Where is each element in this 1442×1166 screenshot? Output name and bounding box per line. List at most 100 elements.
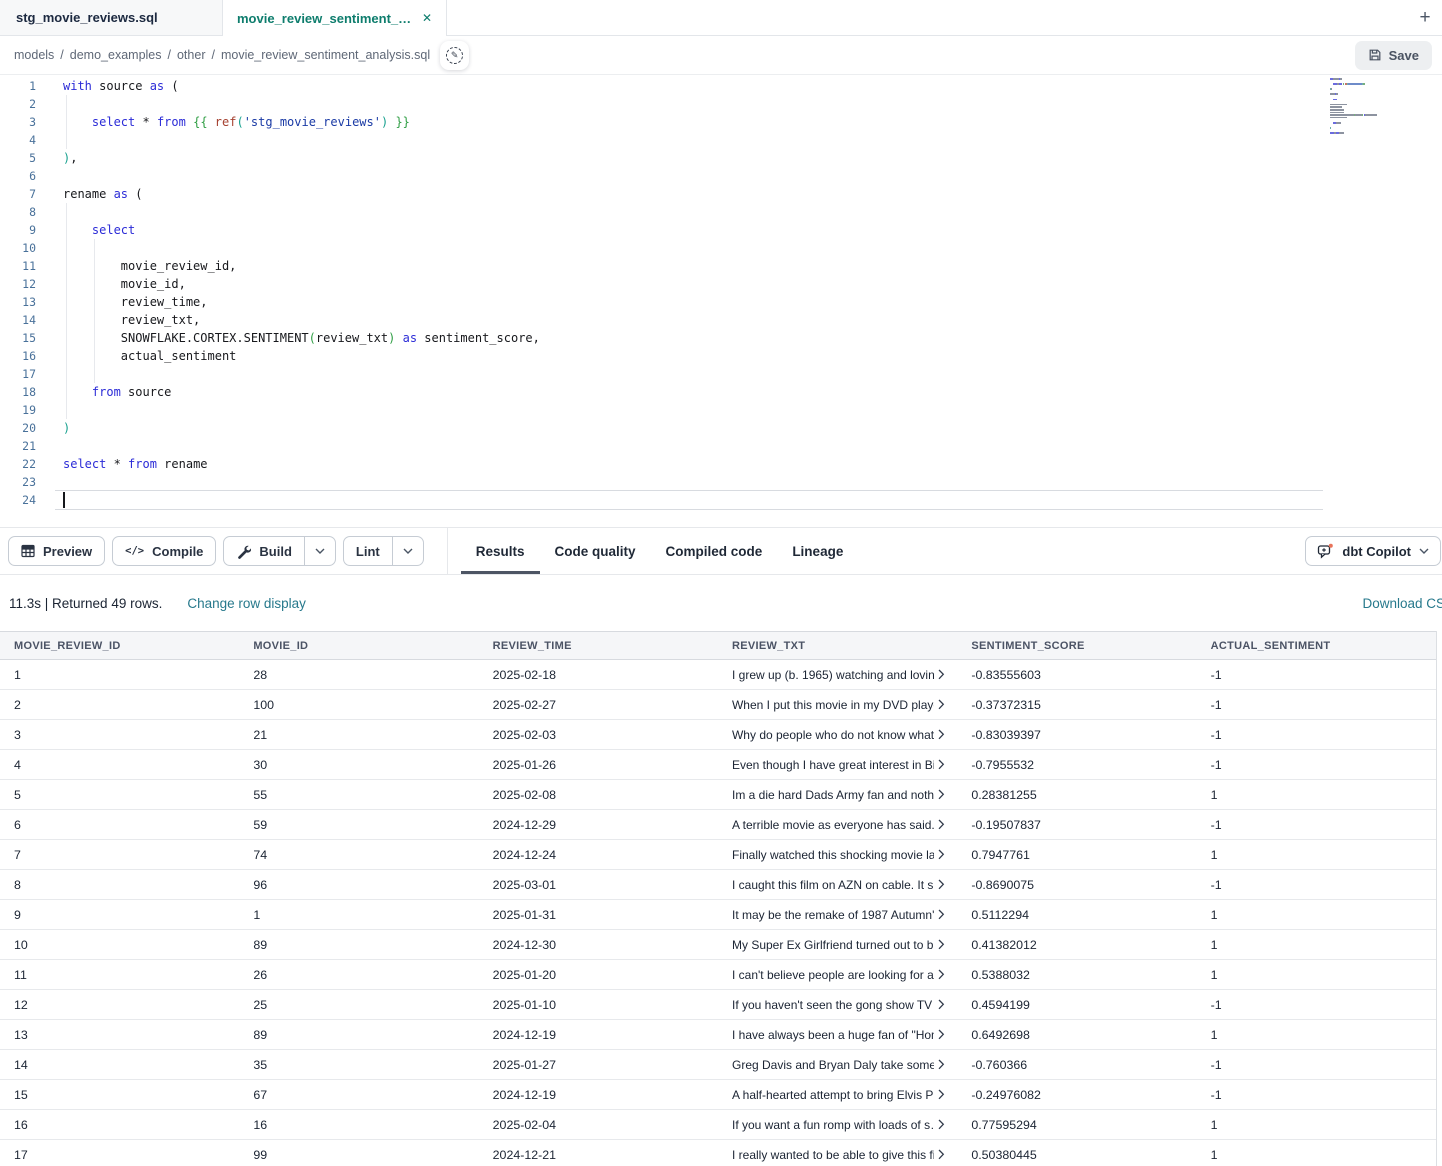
expand-row-button[interactable] [938, 969, 945, 980]
expand-row-icon[interactable] [938, 789, 945, 800]
expand-row-icon[interactable] [938, 699, 945, 710]
result-tabs: ResultsCode qualityCompiled codeLineage [461, 528, 859, 574]
code-line[interactable]: 1with source as ( [0, 77, 1442, 95]
expand-row-button[interactable] [938, 849, 945, 860]
dbt-copilot-button[interactable]: dbt Copilot [1305, 536, 1441, 566]
editor-toolbar: Preview </> Compile Build Lint [0, 527, 1442, 575]
column-header: SENTIMENT_SCORE [957, 640, 1196, 652]
code-line[interactable]: 15 SNOWFLAKE.CORTEX.SENTIMENT(review_txt… [0, 329, 1442, 347]
expand-row-button[interactable] [938, 999, 945, 1010]
breadcrumb-item[interactable]: movie_review_sentiment_analysis.sql [221, 48, 430, 62]
minimap[interactable] [1330, 78, 1400, 140]
build-button[interactable]: Build [224, 537, 304, 565]
cell-actual_sentiment: -1 [1197, 728, 1436, 742]
expand-row-icon[interactable] [938, 969, 945, 980]
breadcrumb-item[interactable]: models [14, 48, 54, 62]
breadcrumb-separator: / [211, 48, 214, 62]
code-line[interactable]: 7rename as ( [0, 185, 1442, 203]
code-editor[interactable]: 1with source as (23 select * from {{ ref… [0, 75, 1442, 527]
code-line[interactable]: 18 from source [0, 383, 1442, 401]
review-text: I can't believe people are looking for a… [732, 968, 934, 982]
code-line[interactable]: 17 [0, 365, 1442, 383]
code-line[interactable]: 6 [0, 167, 1442, 185]
code-line[interactable]: 13 review_time, [0, 293, 1442, 311]
breadcrumb-item[interactable]: other [177, 48, 206, 62]
expand-row-icon[interactable] [938, 849, 945, 860]
preview-table-icon [21, 544, 35, 558]
expand-row-icon[interactable] [938, 1029, 945, 1040]
code-line[interactable]: 14 review_txt, [0, 311, 1442, 329]
lint-dropdown-button[interactable] [392, 537, 423, 565]
expand-row-button[interactable] [938, 699, 945, 710]
expand-row-button[interactable] [938, 819, 945, 830]
copilot-edit-button[interactable]: ✎ [440, 41, 469, 70]
code-line[interactable]: 20) [0, 419, 1442, 437]
new-tab-button[interactable]: + [1408, 1, 1442, 35]
review-text: My Super Ex Girlfriend turned out to b… [732, 938, 934, 952]
expand-row-button[interactable] [938, 1119, 945, 1130]
expand-row-button[interactable] [938, 939, 945, 950]
code-line[interactable]: 9 select [0, 221, 1442, 239]
code-line[interactable]: 5), [0, 149, 1442, 167]
cell-review_txt: A half-hearted attempt to bring Elvis P… [718, 1088, 957, 1102]
expand-row-icon[interactable] [938, 1119, 945, 1130]
expand-row-icon[interactable] [938, 819, 945, 830]
table-row: 10892024-12-30My Super Ex Girlfriend tur… [0, 930, 1436, 960]
expand-row-icon[interactable] [938, 729, 945, 740]
code-line[interactable]: 2 [0, 95, 1442, 113]
expand-row-icon[interactable] [938, 669, 945, 680]
expand-row-icon[interactable] [938, 1149, 945, 1160]
code-line[interactable]: 4 [0, 131, 1442, 149]
expand-row-icon[interactable] [938, 1089, 945, 1100]
expand-row-button[interactable] [938, 909, 945, 920]
cell-movie_id: 1 [239, 908, 478, 922]
file-tab-movie-review-sentiment[interactable]: movie_review_sentiment_… ✕ [223, 0, 447, 36]
line-number: 22 [0, 455, 36, 473]
tab-code-quality[interactable]: Code quality [540, 528, 651, 574]
expand-row-button[interactable] [938, 669, 945, 680]
cell-review_time: 2025-01-10 [479, 998, 718, 1012]
build-dropdown-button[interactable] [304, 537, 335, 565]
preview-button[interactable]: Preview [8, 536, 105, 566]
expand-row-button[interactable] [938, 729, 945, 740]
expand-row-icon[interactable] [938, 759, 945, 770]
save-button[interactable]: Save [1355, 41, 1432, 70]
breadcrumb-item[interactable]: demo_examples [70, 48, 162, 62]
cell-movie_review_id: 16 [0, 1118, 239, 1132]
expand-row-button[interactable] [938, 1059, 945, 1070]
expand-row-icon[interactable] [938, 999, 945, 1010]
tab-lineage[interactable]: Lineage [777, 528, 858, 574]
code-line[interactable]: 19 [0, 401, 1442, 419]
code-line[interactable]: 24 [0, 491, 1442, 509]
code-line[interactable]: 12 movie_id, [0, 275, 1442, 293]
code-line[interactable]: 3 select * from {{ ref('stg_movie_review… [0, 113, 1442, 131]
close-tab-icon[interactable]: ✕ [422, 11, 432, 25]
change-row-display-link[interactable]: Change row display [187, 596, 306, 611]
expand-row-button[interactable] [938, 1149, 945, 1160]
expand-row-icon[interactable] [938, 1059, 945, 1070]
code-line[interactable]: 22select * from rename [0, 455, 1442, 473]
expand-row-button[interactable] [938, 879, 945, 890]
expand-row-button[interactable] [938, 1089, 945, 1100]
tab-compiled-code[interactable]: Compiled code [651, 528, 778, 574]
download-csv-link[interactable]: Download CSV [1362, 596, 1442, 611]
code-line[interactable]: 23 [0, 473, 1442, 491]
code-line[interactable]: 16 actual_sentiment [0, 347, 1442, 365]
expand-row-button[interactable] [938, 789, 945, 800]
code-line[interactable]: 11 movie_review_id, [0, 257, 1442, 275]
line-number: 7 [0, 185, 36, 203]
tab-results[interactable]: Results [461, 528, 540, 574]
file-tab-stg-movie-reviews[interactable]: stg_movie_reviews.sql [0, 0, 223, 36]
cell-sentiment_score: 0.5388032 [957, 968, 1196, 982]
code-line[interactable]: 21 [0, 437, 1442, 455]
expand-row-icon[interactable] [938, 879, 945, 890]
code-line[interactable]: 10 [0, 239, 1442, 257]
code-line[interactable]: 8 [0, 203, 1442, 221]
compile-button[interactable]: </> Compile [112, 536, 216, 566]
expand-row-button[interactable] [938, 1029, 945, 1040]
expand-row-icon[interactable] [938, 939, 945, 950]
expand-row-button[interactable] [938, 759, 945, 770]
expand-row-icon[interactable] [938, 909, 945, 920]
lint-button[interactable]: Lint [344, 537, 392, 565]
cell-review_txt: I caught this film on AZN on cable. It s… [718, 878, 957, 892]
